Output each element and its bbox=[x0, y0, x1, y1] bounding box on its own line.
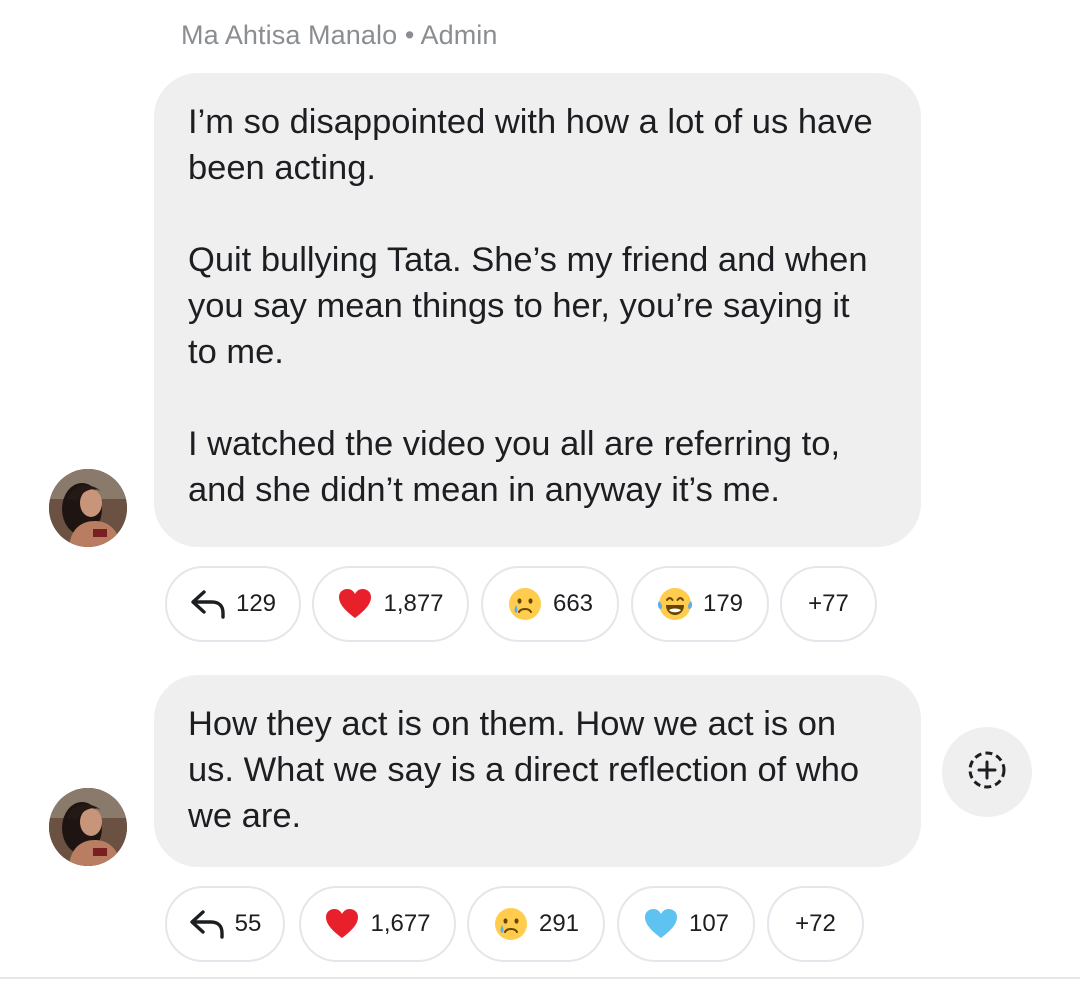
divider bbox=[0, 977, 1080, 979]
add-reaction-icon bbox=[965, 748, 1009, 797]
blue-heart-reaction-chip[interactable]: 107 bbox=[617, 886, 755, 962]
replies-count: 55 bbox=[234, 910, 262, 937]
crying-face-icon bbox=[507, 586, 543, 622]
replies-chip[interactable]: 129 bbox=[165, 566, 301, 642]
avatar[interactable] bbox=[49, 788, 127, 866]
red-heart-icon bbox=[324, 906, 360, 942]
replies-chip[interactable]: 55 bbox=[165, 886, 285, 962]
crying-reaction-chip[interactable]: 663 bbox=[481, 566, 619, 642]
crying-face-icon bbox=[493, 906, 529, 942]
sender-name[interactable]: Ma Ahtisa Manalo • Admin bbox=[181, 20, 498, 51]
message-paragraph: Quit bullying Tata. She’s my friend and … bbox=[188, 241, 868, 371]
message-paragraph: How they act is on them. How we act is o… bbox=[188, 705, 860, 835]
more-reactions-count: +77 bbox=[808, 590, 849, 617]
avatar[interactable] bbox=[49, 469, 127, 547]
heart-reaction-chip[interactable]: 1,677 bbox=[299, 886, 456, 962]
laughing-reaction-chip[interactable]: 179 bbox=[631, 566, 769, 642]
add-reaction-button[interactable] bbox=[942, 727, 1032, 817]
more-reactions-count: +72 bbox=[795, 910, 836, 937]
replies-count: 129 bbox=[235, 590, 277, 617]
more-reactions-chip[interactable]: +77 bbox=[780, 566, 877, 642]
reply-arrow-icon bbox=[189, 906, 225, 942]
reply-arrow-icon bbox=[190, 586, 226, 622]
more-reactions-chip[interactable]: +72 bbox=[767, 886, 864, 962]
message-bubble[interactable]: I’m so disappointed with how a lot of us… bbox=[154, 73, 921, 547]
crying-reaction-chip[interactable]: 291 bbox=[467, 886, 605, 962]
blue-heart-icon bbox=[643, 906, 679, 942]
heart-reaction-chip[interactable]: 1,877 bbox=[312, 566, 469, 642]
crying-count: 663 bbox=[552, 590, 594, 617]
tears-of-joy-icon bbox=[657, 586, 693, 622]
red-heart-icon bbox=[337, 586, 373, 622]
blue-heart-count: 107 bbox=[688, 910, 730, 937]
message-paragraph: I watched the video you all are referrin… bbox=[188, 425, 841, 509]
heart-count: 1,677 bbox=[370, 910, 431, 937]
message-bubble[interactable]: How they act is on them. How we act is o… bbox=[154, 675, 921, 867]
message-paragraph: I’m so disappointed with how a lot of us… bbox=[188, 103, 873, 187]
heart-count: 1,877 bbox=[383, 590, 444, 617]
crying-count: 291 bbox=[538, 910, 580, 937]
laughing-count: 179 bbox=[702, 590, 744, 617]
